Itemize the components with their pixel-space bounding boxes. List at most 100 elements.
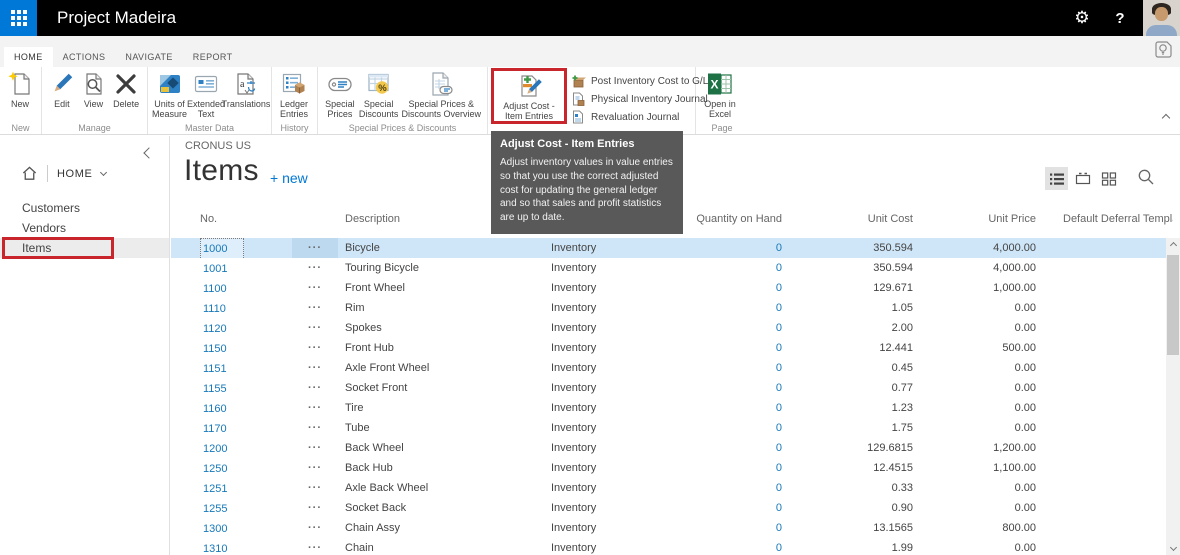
cell-default-deferral-template[interactable] bbox=[1063, 358, 1166, 378]
cell-quantity-on-hand[interactable]: 0 bbox=[661, 318, 782, 338]
cell-quantity-on-hand[interactable]: 0 bbox=[661, 298, 782, 318]
special-prices-discounts-overview-button[interactable]: Special Prices & Discounts Overview bbox=[400, 69, 483, 119]
cell-unit-cost[interactable]: 12.441 bbox=[788, 338, 913, 358]
cell-unit-cost[interactable]: 0.45 bbox=[788, 358, 913, 378]
cell-type[interactable]: Inventory bbox=[551, 478, 655, 498]
cell-description[interactable]: Chain Assy bbox=[345, 518, 545, 538]
cell-quantity-on-hand[interactable]: 0 bbox=[661, 478, 782, 498]
cell-no[interactable]: 1160 bbox=[200, 398, 278, 418]
open-in-excel-button[interactable]: X Open in Excel bbox=[700, 69, 740, 119]
cell-no[interactable]: 1151 bbox=[200, 358, 278, 378]
row-ellipsis-button[interactable]: ··· bbox=[292, 298, 338, 318]
cell-unit-cost[interactable]: 350.594 bbox=[788, 238, 913, 258]
cell-description[interactable]: Spokes bbox=[345, 318, 545, 338]
cell-unit-cost[interactable]: 0.77 bbox=[788, 378, 913, 398]
scroll-down-button[interactable] bbox=[1166, 540, 1180, 555]
edit-button[interactable]: Edit bbox=[46, 69, 78, 109]
cell-type[interactable]: Inventory bbox=[551, 458, 655, 478]
cell-description[interactable]: Back Wheel bbox=[345, 438, 545, 458]
cell-default-deferral-template[interactable] bbox=[1063, 538, 1166, 555]
cell-no[interactable]: 1200 bbox=[200, 438, 278, 458]
cell-description[interactable]: Socket Front bbox=[345, 378, 545, 398]
cell-no[interactable]: 1120 bbox=[200, 318, 278, 338]
cell-description[interactable]: Bicycle bbox=[345, 238, 545, 258]
cell-description[interactable]: Axle Back Wheel bbox=[345, 478, 545, 498]
cell-default-deferral-template[interactable] bbox=[1063, 498, 1166, 518]
cell-description[interactable]: Rim bbox=[345, 298, 545, 318]
cell-unit-price[interactable]: 1,100.00 bbox=[911, 458, 1036, 478]
cell-unit-price[interactable]: 4,000.00 bbox=[911, 238, 1036, 258]
table-row[interactable]: 1110 ··· Rim Inventory 0 1.05 0.00 bbox=[171, 298, 1166, 318]
cell-quantity-on-hand[interactable]: 0 bbox=[661, 438, 782, 458]
cell-unit-cost[interactable]: 1.99 bbox=[788, 538, 913, 555]
cell-quantity-on-hand[interactable]: 0 bbox=[661, 238, 782, 258]
cell-no[interactable]: 1251 bbox=[200, 478, 278, 498]
row-ellipsis-button[interactable]: ··· bbox=[292, 318, 338, 338]
column-header-no[interactable]: No. bbox=[200, 205, 278, 233]
cell-quantity-on-hand[interactable]: 0 bbox=[661, 258, 782, 278]
table-row[interactable]: 1100 ··· Front Wheel Inventory 0 129.671… bbox=[171, 278, 1166, 298]
sidebar-home-menu[interactable]: HOME bbox=[21, 165, 106, 182]
cell-unit-price[interactable]: 0.00 bbox=[911, 538, 1036, 555]
cell-no[interactable]: 1310 bbox=[200, 538, 278, 555]
cell-default-deferral-template[interactable] bbox=[1063, 458, 1166, 478]
sidebar-item-customers[interactable]: Customers bbox=[0, 198, 169, 218]
cell-default-deferral-template[interactable] bbox=[1063, 398, 1166, 418]
cell-unit-cost[interactable]: 129.6815 bbox=[788, 438, 913, 458]
cell-unit-price[interactable]: 1,200.00 bbox=[911, 438, 1036, 458]
cell-description[interactable]: Back Hub bbox=[345, 458, 545, 478]
tab-home[interactable]: HOME bbox=[4, 47, 53, 67]
cell-type[interactable]: Inventory bbox=[551, 318, 655, 338]
tile-view-button[interactable] bbox=[1097, 167, 1120, 190]
cell-unit-cost[interactable]: 2.00 bbox=[788, 318, 913, 338]
cell-quantity-on-hand[interactable]: 0 bbox=[661, 358, 782, 378]
cell-type[interactable]: Inventory bbox=[551, 378, 655, 398]
physical-inventory-journal-button[interactable]: Physical Inventory Journal bbox=[571, 90, 708, 108]
cell-quantity-on-hand[interactable]: 0 bbox=[661, 458, 782, 478]
cell-unit-price[interactable]: 0.00 bbox=[911, 418, 1036, 438]
table-row[interactable]: 1255 ··· Socket Back Inventory 0 0.90 0.… bbox=[171, 498, 1166, 518]
cell-no[interactable]: 1001 bbox=[200, 258, 278, 278]
row-ellipsis-button[interactable]: ··· bbox=[292, 278, 338, 298]
cell-unit-cost[interactable]: 1.75 bbox=[788, 418, 913, 438]
row-ellipsis-button[interactable]: ··· bbox=[292, 238, 338, 258]
cell-no[interactable]: 1000 bbox=[200, 238, 278, 258]
cell-description[interactable]: Touring Bicycle bbox=[345, 258, 545, 278]
table-row[interactable]: 1250 ··· Back Hub Inventory 0 12.4515 1,… bbox=[171, 458, 1166, 478]
settings-button[interactable]: ⚙ bbox=[1063, 0, 1101, 36]
row-ellipsis-button[interactable]: ··· bbox=[292, 518, 338, 538]
table-row[interactable]: 1120 ··· Spokes Inventory 0 2.00 0.00 bbox=[171, 318, 1166, 338]
ribbon-collapse-button[interactable] bbox=[1160, 105, 1172, 129]
band-view-button[interactable] bbox=[1071, 167, 1094, 190]
sidebar-item-items[interactable]: Items bbox=[0, 238, 169, 258]
cell-default-deferral-template[interactable] bbox=[1063, 318, 1166, 338]
cell-quantity-on-hand[interactable]: 0 bbox=[661, 498, 782, 518]
row-ellipsis-button[interactable]: ··· bbox=[292, 378, 338, 398]
units-of-measure-button[interactable]: Units of Measure bbox=[152, 69, 187, 119]
cell-unit-price[interactable]: 0.00 bbox=[911, 378, 1036, 398]
cell-unit-price[interactable]: 800.00 bbox=[911, 518, 1036, 538]
sidebar-item-vendors[interactable]: Vendors bbox=[0, 218, 169, 238]
cell-type[interactable]: Inventory bbox=[551, 518, 655, 538]
table-row[interactable]: 1200 ··· Back Wheel Inventory 0 129.6815… bbox=[171, 438, 1166, 458]
cell-no[interactable]: 1150 bbox=[200, 338, 278, 358]
row-ellipsis-button[interactable]: ··· bbox=[292, 498, 338, 518]
column-header-default-deferral-template[interactable]: Default Deferral Template bbox=[1063, 205, 1173, 233]
vertical-scrollbar[interactable] bbox=[1166, 238, 1180, 555]
cell-description[interactable]: Tube bbox=[345, 418, 545, 438]
cell-description[interactable]: Socket Back bbox=[345, 498, 545, 518]
cell-unit-price[interactable]: 1,000.00 bbox=[911, 278, 1036, 298]
user-avatar[interactable] bbox=[1143, 0, 1180, 36]
special-prices-button[interactable]: Special Prices bbox=[322, 69, 358, 119]
cell-type[interactable]: Inventory bbox=[551, 398, 655, 418]
cell-unit-price[interactable]: 500.00 bbox=[911, 338, 1036, 358]
cell-quantity-on-hand[interactable]: 0 bbox=[661, 278, 782, 298]
cell-unit-cost[interactable]: 129.671 bbox=[788, 278, 913, 298]
cell-unit-cost[interactable]: 13.1565 bbox=[788, 518, 913, 538]
cell-default-deferral-template[interactable] bbox=[1063, 278, 1166, 298]
cell-quantity-on-hand[interactable]: 0 bbox=[661, 378, 782, 398]
cell-unit-price[interactable]: 0.00 bbox=[911, 498, 1036, 518]
cell-no[interactable]: 1100 bbox=[200, 278, 278, 298]
table-row[interactable]: 1151 ··· Axle Front Wheel Inventory 0 0.… bbox=[171, 358, 1166, 378]
cell-unit-cost[interactable]: 0.90 bbox=[788, 498, 913, 518]
